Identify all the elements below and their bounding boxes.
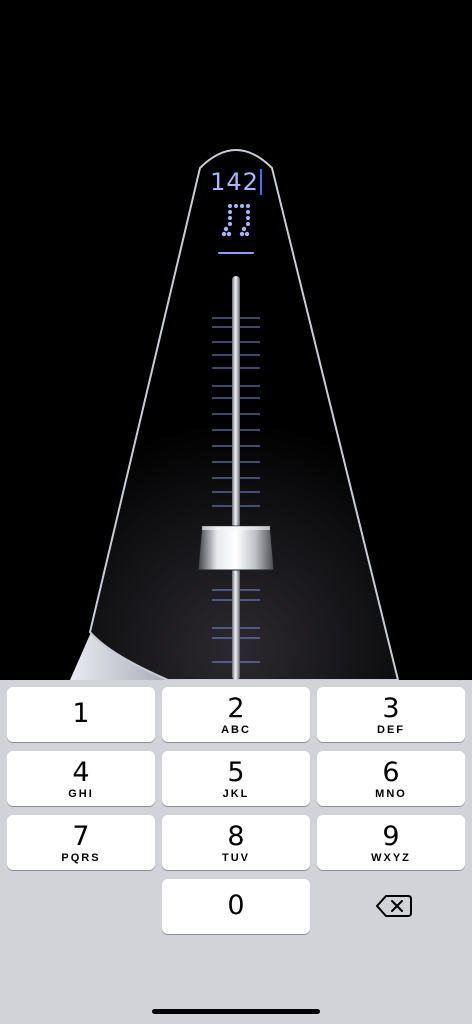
key-4[interactable]: 4 GHI	[7, 751, 155, 806]
key-letters: JKL	[222, 788, 250, 800]
tempo-field[interactable]: 142	[0, 168, 472, 196]
key-3[interactable]: 3 DEF	[317, 687, 465, 742]
key-6[interactable]: 6 MNO	[317, 751, 465, 806]
text-cursor	[259, 169, 262, 195]
key-digit: 8	[227, 821, 245, 852]
pendulum-rod	[232, 276, 240, 680]
tempo-underline	[218, 252, 254, 254]
key-2[interactable]: 2 ABC	[162, 687, 310, 742]
key-letters: GHI	[68, 788, 94, 800]
key-digit: 9	[382, 821, 400, 852]
key-letters: DEF	[377, 724, 405, 736]
key-8[interactable]: 8 TUV	[162, 815, 310, 870]
key-digit: 6	[382, 757, 400, 788]
key-digit: 7	[72, 821, 90, 852]
backspace-icon[interactable]	[374, 892, 414, 920]
key-letters: TUV	[222, 852, 250, 864]
key-0[interactable]: 0	[162, 879, 310, 934]
eighth-notes-icon[interactable]	[218, 200, 254, 240]
home-indicator[interactable]	[152, 1009, 320, 1014]
key-digit: 3	[382, 693, 400, 724]
key-letters: MNO	[375, 788, 407, 800]
key-7[interactable]: 7 PQRS	[7, 815, 155, 870]
tempo-value: 142	[210, 168, 259, 196]
key-5[interactable]: 5 JKL	[162, 751, 310, 806]
key-digit: 0	[227, 890, 245, 921]
key-digit: 2	[227, 693, 245, 724]
metronome-body	[70, 149, 400, 680]
key-1[interactable]: 1	[7, 687, 155, 742]
key-letters: WXYZ	[371, 852, 411, 864]
key-digit: 1	[72, 698, 90, 729]
key-digit: 5	[227, 757, 245, 788]
key-letters: ABC	[221, 724, 251, 736]
metronome-view: 142	[0, 0, 472, 680]
key-9[interactable]: 9 WXYZ	[317, 815, 465, 870]
slider-weight-icon[interactable]	[196, 522, 276, 574]
key-letters: PQRS	[61, 852, 101, 864]
key-digit: 4	[72, 757, 90, 788]
